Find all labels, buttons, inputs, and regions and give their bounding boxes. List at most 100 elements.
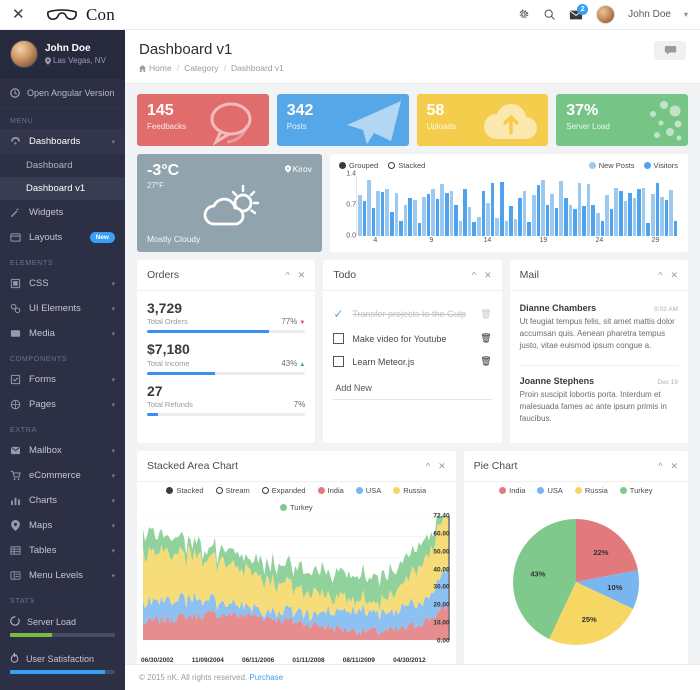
chat-icon bbox=[664, 46, 676, 55]
area-chart-x-axis: 06/30/2002 11/09/2004 06/11/2006 01/11/2008… bbox=[137, 655, 456, 664]
area-legend-label: Russia bbox=[403, 486, 427, 495]
area-legend-turkey[interactable]: Turkey bbox=[279, 503, 313, 512]
magic-icon bbox=[10, 207, 21, 218]
breadcrumb: Home / Category / Dashboard v1 bbox=[139, 63, 284, 73]
mail-item[interactable]: Dianne Chambers 9:02 AM Ut feugiat tempus … bbox=[520, 301, 678, 360]
stat-card-server-load[interactable]: 37% Server Load bbox=[556, 94, 688, 146]
bar bbox=[412, 200, 417, 236]
area-legend-usa[interactable]: USA bbox=[355, 486, 382, 495]
chevron-up-icon[interactable]: ^ bbox=[658, 461, 662, 472]
bar bbox=[664, 200, 669, 236]
checkbox[interactable] bbox=[333, 356, 345, 367]
todo-item[interactable]: Make video for Youtube 🗑 bbox=[333, 327, 492, 350]
close-icon[interactable]: ✕ bbox=[670, 461, 678, 472]
mail-item[interactable]: Joanne Stephens Dec 19 Proin suscipit lobo… bbox=[520, 374, 678, 433]
sidebar-item-widgets[interactable]: Widgets bbox=[0, 200, 125, 225]
sidebar-item-menu-levels[interactable]: Menu Levels ▾ bbox=[0, 563, 125, 588]
bar bbox=[541, 180, 545, 236]
close-icon[interactable]: ✕ bbox=[298, 270, 306, 281]
page-title: Dashboard v1 bbox=[139, 41, 233, 58]
close-icon[interactable]: ✕ bbox=[484, 270, 492, 281]
footer-purchase-link[interactable]: Purchase bbox=[249, 673, 283, 682]
pie-legend-india[interactable]: India bbox=[499, 486, 525, 495]
search-icon[interactable] bbox=[543, 8, 556, 21]
sidebar-subitem-dashboard[interactable]: Dashboard bbox=[0, 154, 125, 177]
browser-topbar: ✕ Con 2 John Doe ▾ bbox=[0, 0, 700, 30]
bar-mode-grouped[interactable]: Grouped bbox=[339, 161, 378, 170]
chevron-up-icon[interactable]: ^ bbox=[472, 270, 476, 281]
close-icon[interactable]: ✕ bbox=[670, 270, 678, 281]
stat-card-posts[interactable]: 342 Posts bbox=[276, 94, 409, 146]
weather-widget: -3°C 27°F Kirov Mostly Cloudy bbox=[137, 154, 322, 252]
trash-icon[interactable]: 🗑 bbox=[480, 333, 491, 344]
chevron-up-icon[interactable]: ^ bbox=[286, 270, 290, 281]
bar bbox=[449, 191, 454, 236]
todo-add-new[interactable]: Add New bbox=[333, 375, 492, 400]
trash-icon[interactable]: 🗑 bbox=[480, 356, 491, 367]
legend-dot-icon bbox=[279, 504, 287, 511]
area-mode-stacked[interactable]: Stacked bbox=[166, 486, 204, 495]
avatar[interactable] bbox=[596, 5, 616, 24]
checkbox[interactable] bbox=[333, 333, 345, 344]
bar bbox=[609, 209, 614, 236]
breadcrumb-category[interactable]: Category bbox=[184, 63, 219, 73]
area-mode-stream[interactable]: Stream bbox=[215, 486, 250, 495]
topbar-username[interactable]: John Doe bbox=[628, 9, 671, 20]
trash-icon[interactable]: 🗑 bbox=[480, 309, 491, 320]
todo-item[interactable]: ✓ Transfer projects to the Gulp 🗑 bbox=[333, 301, 491, 327]
sidebar-item-charts[interactable]: Charts ▾ bbox=[0, 488, 125, 513]
pie-legend-turkey[interactable]: Turkey bbox=[619, 486, 652, 495]
chevron-up-icon[interactable]: ^ bbox=[658, 270, 662, 281]
mailbox-icon bbox=[10, 446, 21, 455]
area-mode-expanded[interactable]: Expanded bbox=[261, 486, 306, 495]
stat-card-uploads[interactable]: 58 Uploads bbox=[416, 94, 549, 146]
sidebar-item-maps[interactable]: Maps ▾ bbox=[0, 513, 125, 538]
chat-button[interactable] bbox=[654, 41, 686, 60]
breadcrumb-sep: / bbox=[176, 63, 180, 73]
bar-mode-stacked[interactable]: Stacked bbox=[388, 161, 425, 170]
bar bbox=[431, 188, 435, 236]
sidebar-item-tables[interactable]: Tables ▾ bbox=[0, 538, 125, 563]
bar bbox=[582, 206, 586, 236]
sidebar-item-dashboards[interactable]: Dashboards ▾ bbox=[0, 129, 125, 154]
close-window-button[interactable]: ✕ bbox=[12, 7, 38, 22]
bar-legend-new-posts[interactable]: New Posts bbox=[588, 161, 635, 170]
bar-mode-label: Grouped bbox=[349, 161, 379, 170]
check-icon[interactable]: ✓ bbox=[333, 307, 344, 321]
area-legend-russia[interactable]: Russia bbox=[393, 486, 426, 495]
sidebar-item-forms[interactable]: Forms ▾ bbox=[0, 367, 125, 392]
sidebar-profile[interactable]: John Doe Las Vegas, NV bbox=[0, 30, 125, 79]
dashboard-icon bbox=[10, 136, 21, 147]
chevron-up-icon[interactable]: ^ bbox=[426, 461, 430, 472]
weather-city: Kirov bbox=[284, 164, 312, 174]
sidebar-item-label: Layouts bbox=[29, 232, 63, 243]
order-value: 3,729 bbox=[147, 300, 183, 316]
sidebar-subitem-dashboard-v1[interactable]: Dashboard v1 bbox=[0, 177, 125, 200]
chevron-down-icon[interactable]: ▾ bbox=[684, 10, 688, 19]
sidebar-item-pages[interactable]: Pages ▾ bbox=[0, 392, 125, 417]
area-legend-label: USA bbox=[365, 486, 382, 495]
close-icon[interactable]: ✕ bbox=[438, 461, 446, 472]
bar-legend-visitors[interactable]: Visitors bbox=[643, 161, 678, 170]
mail-icon[interactable]: 2 bbox=[569, 3, 589, 21]
stat-card-feedbacks[interactable]: 145 Feedbacks bbox=[137, 94, 269, 146]
area-legend-india[interactable]: India bbox=[317, 486, 344, 495]
sidebar-item-ecommerce[interactable]: eCommerce ▾ bbox=[0, 463, 125, 488]
pie-legend-russia[interactable]: Russia bbox=[574, 486, 608, 495]
sidebar-item-layouts[interactable]: Layouts New bbox=[0, 225, 125, 250]
area-ytick: 50.00 bbox=[433, 548, 450, 556]
pie-legend-usa[interactable]: USA bbox=[537, 486, 563, 495]
breadcrumb-home[interactable]: Home bbox=[139, 63, 172, 73]
sidebar-item-ui-elements[interactable]: UI Elements ▾ bbox=[0, 296, 125, 321]
sidebar-item-media[interactable]: Media ▾ bbox=[0, 321, 125, 346]
bar bbox=[559, 181, 564, 236]
radio-icon bbox=[339, 162, 346, 169]
bar bbox=[481, 190, 486, 236]
gear-icon[interactable] bbox=[517, 8, 530, 21]
sidebar-item-mailbox[interactable]: Mailbox ▾ bbox=[0, 438, 125, 463]
bar bbox=[518, 198, 522, 236]
sidebar-item-css[interactable]: CSS ▾ bbox=[0, 271, 125, 296]
bar bbox=[358, 195, 362, 236]
todo-item[interactable]: Learn Meteor.js 🗑 bbox=[333, 350, 492, 373]
open-angular-version-link[interactable]: Open Angular Version bbox=[0, 79, 125, 108]
